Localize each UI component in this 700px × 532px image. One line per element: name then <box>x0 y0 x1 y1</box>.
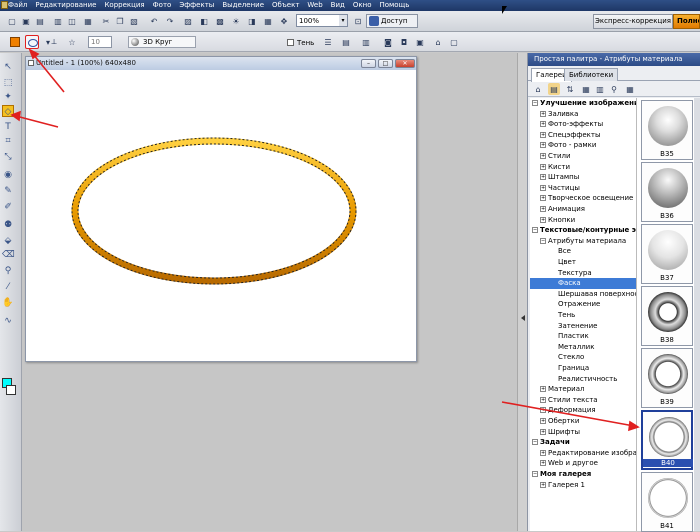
annotation-overlay <box>10 48 640 432</box>
mouse-cursor <box>502 6 507 14</box>
annotation-arrow <box>32 53 65 93</box>
annotation-arrow <box>501 401 635 427</box>
annotation-arrow <box>15 115 59 128</box>
annotation-arrowhead <box>628 420 640 432</box>
annotation-arrowhead <box>28 48 40 60</box>
annotation-arrowhead <box>10 110 21 122</box>
